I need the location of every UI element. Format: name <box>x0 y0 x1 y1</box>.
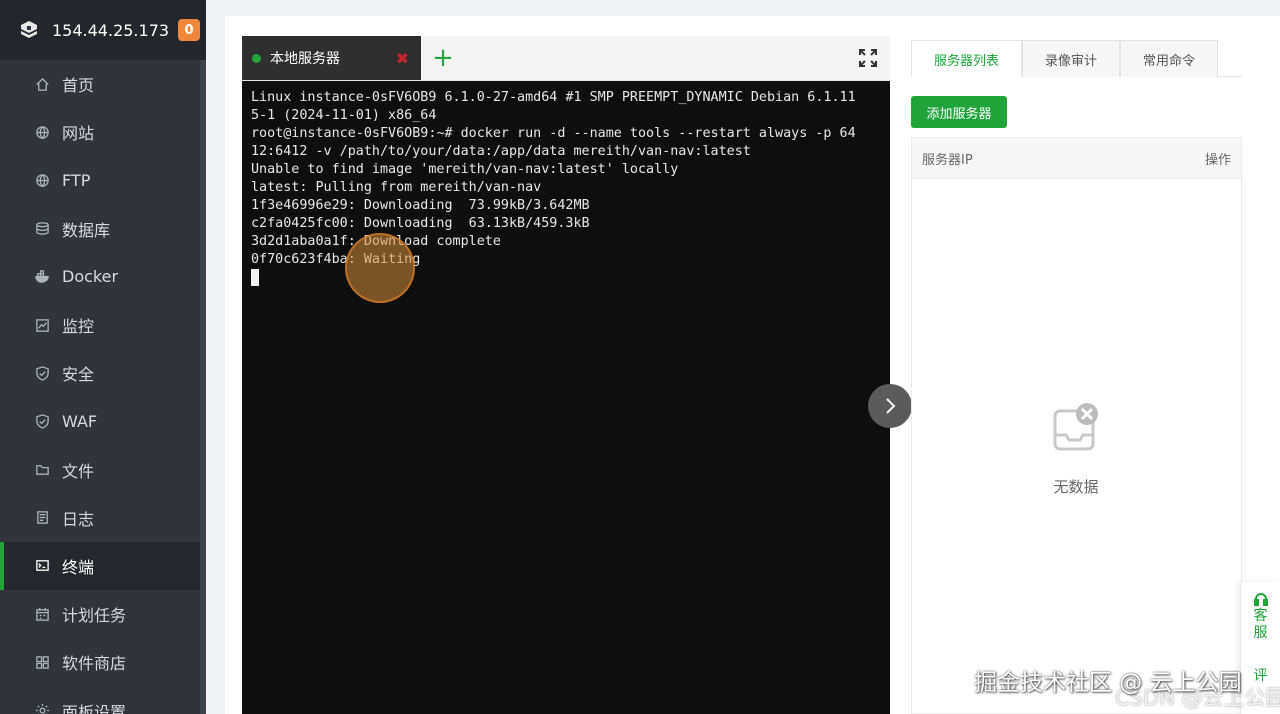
sidebar-item-6[interactable]: 安全 <box>0 349 206 397</box>
sidebar-item-8[interactable]: 文件 <box>0 446 206 494</box>
sidebar-menu: 首页网站 FTP 数据库 Docker 监控安全 WAF 文件日志终端计划任务软件商店面板设… <box>0 60 206 714</box>
sidebar-item-label: 终端 <box>62 557 95 577</box>
apps-icon <box>34 654 50 670</box>
add-server-button[interactable]: 添加服务器 <box>911 96 1007 128</box>
sidebar-item-label: 安全 <box>62 365 95 385</box>
sidebar: 154.44.25.173 0 首页网站 FTP 数据库 Docker 监控安全 WAF 文… <box>0 0 206 714</box>
service-label-2: 服 <box>1253 625 1268 641</box>
watermark-main: 掘金技术社区 @ 云上公园 <box>974 670 1242 696</box>
terminal-line: 3d2d1aba0a1f: Download complete <box>251 234 501 249</box>
sidebar-item-label: 文件 <box>62 461 95 481</box>
terminal-line: Unable to find image 'mereith/van-nav:la… <box>251 162 679 177</box>
chevron-right-icon <box>886 398 896 414</box>
sidebar-item-5[interactable]: 监控 <box>0 301 206 349</box>
sidebar-item-0[interactable]: 首页 <box>0 60 206 108</box>
terminal-line: Linux instance-0sFV6OB9 6.1.0-27-amd64 #… <box>251 90 856 105</box>
click-indicator <box>345 233 415 303</box>
server-ip[interactable]: 154.44.25.173 <box>52 21 169 40</box>
sidebar-item-label: 网站 <box>62 124 95 144</box>
sidebar-item-3[interactable]: 数据库 <box>0 205 206 253</box>
sidebar-item-4[interactable]: Docker <box>0 253 206 301</box>
server-logo-icon <box>18 19 40 41</box>
terminal-output[interactable]: Linux instance-0sFV6OB9 6.1.0-27-amd64 #… <box>242 81 890 296</box>
tab-1[interactable]: 录像审计 <box>1022 40 1121 77</box>
headset-icon <box>1253 593 1268 606</box>
monitor-icon <box>34 317 50 333</box>
sidebar-item-12[interactable]: 软件商店 <box>0 638 206 686</box>
empty-data-icon <box>1050 401 1102 453</box>
notification-badge[interactable]: 0 <box>178 19 200 41</box>
service-label-1: 客 <box>1253 608 1268 624</box>
terminal-icon <box>34 558 50 574</box>
docker-icon <box>34 269 50 285</box>
sidebar-scrollbar[interactable] <box>200 60 206 714</box>
sidebar-item-label: 数据库 <box>62 220 111 240</box>
fullscreen-icon[interactable] <box>846 36 890 80</box>
terminal-line: c2fa0425fc00: Downloading 63.13kB/459.3k… <box>251 216 590 231</box>
globe-icon <box>34 172 50 188</box>
terminal-tab-local[interactable]: 本地服务器 ✖ <box>242 36 421 80</box>
sidebar-item-label: Docker <box>62 267 119 287</box>
tab-2[interactable]: 常用命令 <box>1120 40 1219 77</box>
close-tab-icon[interactable]: ✖ <box>396 49 409 68</box>
sidebar-item-13[interactable]: 面板设置 <box>0 686 206 714</box>
gear-icon <box>34 703 50 714</box>
sidebar-item-10[interactable]: 终端 <box>0 541 206 591</box>
sidebar-header: 154.44.25.173 0 <box>0 0 206 60</box>
sidebar-item-label: 面板设置 <box>62 702 127 714</box>
sidebar-item-1[interactable]: 网站 <box>0 108 206 156</box>
terminal-line: 12:6412 -v /path/to/your/data:/app/data … <box>251 144 751 159</box>
globe-icon <box>34 124 50 140</box>
sidebar-item-label: WAF <box>62 411 98 431</box>
column-actions: 操作 <box>1204 152 1231 168</box>
sidebar-item-7[interactable]: WAF <box>0 397 206 445</box>
sidebar-item-label: 监控 <box>62 317 95 337</box>
shield-icon <box>34 413 50 429</box>
terminal-line: latest: Pulling from mereith/van-nav <box>251 180 542 195</box>
sidebar-item-label: 软件商店 <box>62 654 127 674</box>
shield-icon <box>34 365 50 381</box>
right-panel-tabs: 服务器列表 录像审计 常用命令 <box>911 40 1243 77</box>
sidebar-item-label: FTP <box>62 170 91 190</box>
status-dot-icon <box>252 53 261 63</box>
terminal-line: 1f3e46996e29: Downloading 73.99kB/3.642M… <box>251 198 590 213</box>
sidebar-item-label: 首页 <box>62 76 95 96</box>
sidebar-item-label: 计划任务 <box>62 606 127 626</box>
terminal-tab-label: 本地服务器 <box>270 51 340 67</box>
sidebar-item-2[interactable]: FTP <box>0 156 206 204</box>
terminal-panel: 本地服务器 ✖ + Linux instance-0sFV6OB9 6.1.0-… <box>242 36 890 714</box>
terminal-cursor <box>251 269 259 286</box>
tab-0[interactable]: 服务器列表 <box>911 40 1023 77</box>
terminal-tab-bar: 本地服务器 ✖ + <box>242 36 890 81</box>
terminal-line: 5-1 (2024-11-01) x86_64 <box>251 108 437 123</box>
sidebar-item-11[interactable]: 计划任务 <box>0 590 206 638</box>
add-tab-button[interactable]: + <box>421 36 465 80</box>
log-icon <box>34 510 50 526</box>
terminal-line: root@instance-0sFV6OB9:~# docker run -d … <box>251 126 856 141</box>
empty-data-text: 无数据 <box>1053 478 1099 496</box>
folder-icon <box>34 462 50 478</box>
calendar-icon <box>34 606 50 622</box>
sidebar-item-9[interactable]: 日志 <box>0 494 206 542</box>
database-icon <box>34 221 50 237</box>
expand-panel-button[interactable] <box>868 384 912 428</box>
column-server-ip: 服务器IP <box>922 152 973 168</box>
server-table-header: 服务器IP 操作 <box>912 138 1241 179</box>
home-icon <box>34 76 50 92</box>
sidebar-item-label: 日志 <box>62 509 95 529</box>
